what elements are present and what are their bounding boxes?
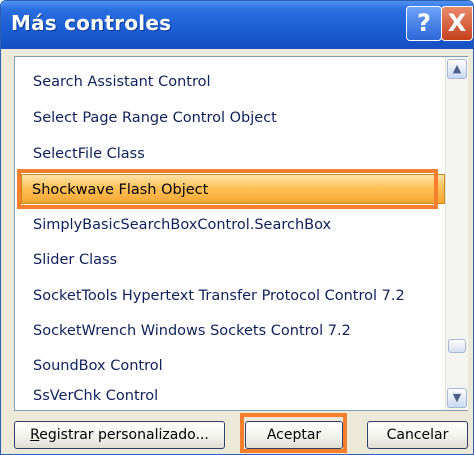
title-bar: Más controles ? X (1, 1, 473, 49)
scroll-down-icon[interactable]: ▼ (447, 388, 467, 408)
register-custom-button[interactable]: Registrar personalizado... (14, 421, 225, 449)
scroll-up-icon[interactable]: ▲ (447, 59, 467, 79)
help-button[interactable]: ? (406, 6, 442, 41)
dialog-title: Más controles (11, 11, 172, 35)
list-item[interactable]: SoundBox Control (23, 351, 443, 381)
close-button[interactable]: X (441, 6, 473, 41)
controls-list-box[interactable]: Search Assistant Control Select Page Ran… (14, 56, 468, 411)
list-item[interactable]: SocketTools Hypertext Transfer Protocol … (23, 281, 443, 311)
vertical-scrollbar[interactable]: ▲ ▼ (445, 57, 468, 410)
ok-button[interactable]: Aceptar (245, 421, 343, 449)
list-item[interactable]: Select Page Range Control Object (23, 103, 443, 133)
list-item[interactable]: SimplyBasicSearchBoxControl.SearchBox (23, 210, 443, 240)
cancel-button[interactable]: Cancelar (367, 421, 468, 449)
more-controls-dialog: Más controles ? X Search Assistant Contr… (0, 0, 474, 455)
list-item[interactable]: SelectFile Class (23, 139, 443, 169)
list-item[interactable]: SocketWrench Windows Sockets Control 7.2 (23, 316, 443, 346)
list-item[interactable]: Slider Class (23, 245, 443, 275)
controls-list: Search Assistant Control Select Page Ran… (15, 57, 445, 410)
list-item[interactable]: SsVerChk Control (23, 383, 443, 409)
register-button-label: egistrar personalizado... (39, 427, 209, 443)
list-item[interactable]: Search Assistant Control (23, 67, 443, 97)
scrollbar-thumb[interactable] (448, 339, 466, 353)
list-item-selected[interactable]: Shockwave Flash Object (21, 174, 445, 204)
register-mnemonic: R (30, 427, 40, 443)
